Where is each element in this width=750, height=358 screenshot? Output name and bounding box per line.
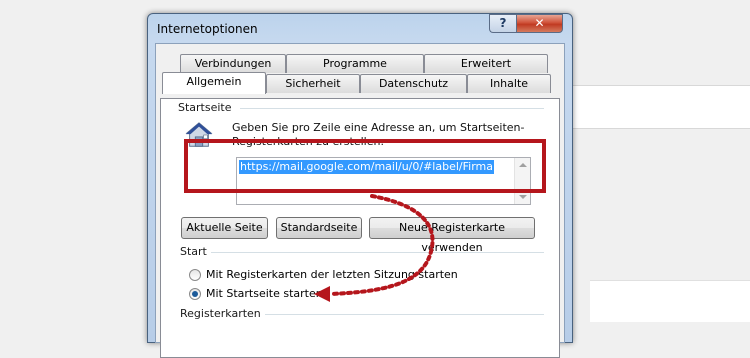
dotted-arrow-annotation <box>314 194 435 302</box>
arrow-head-icon <box>314 286 330 302</box>
